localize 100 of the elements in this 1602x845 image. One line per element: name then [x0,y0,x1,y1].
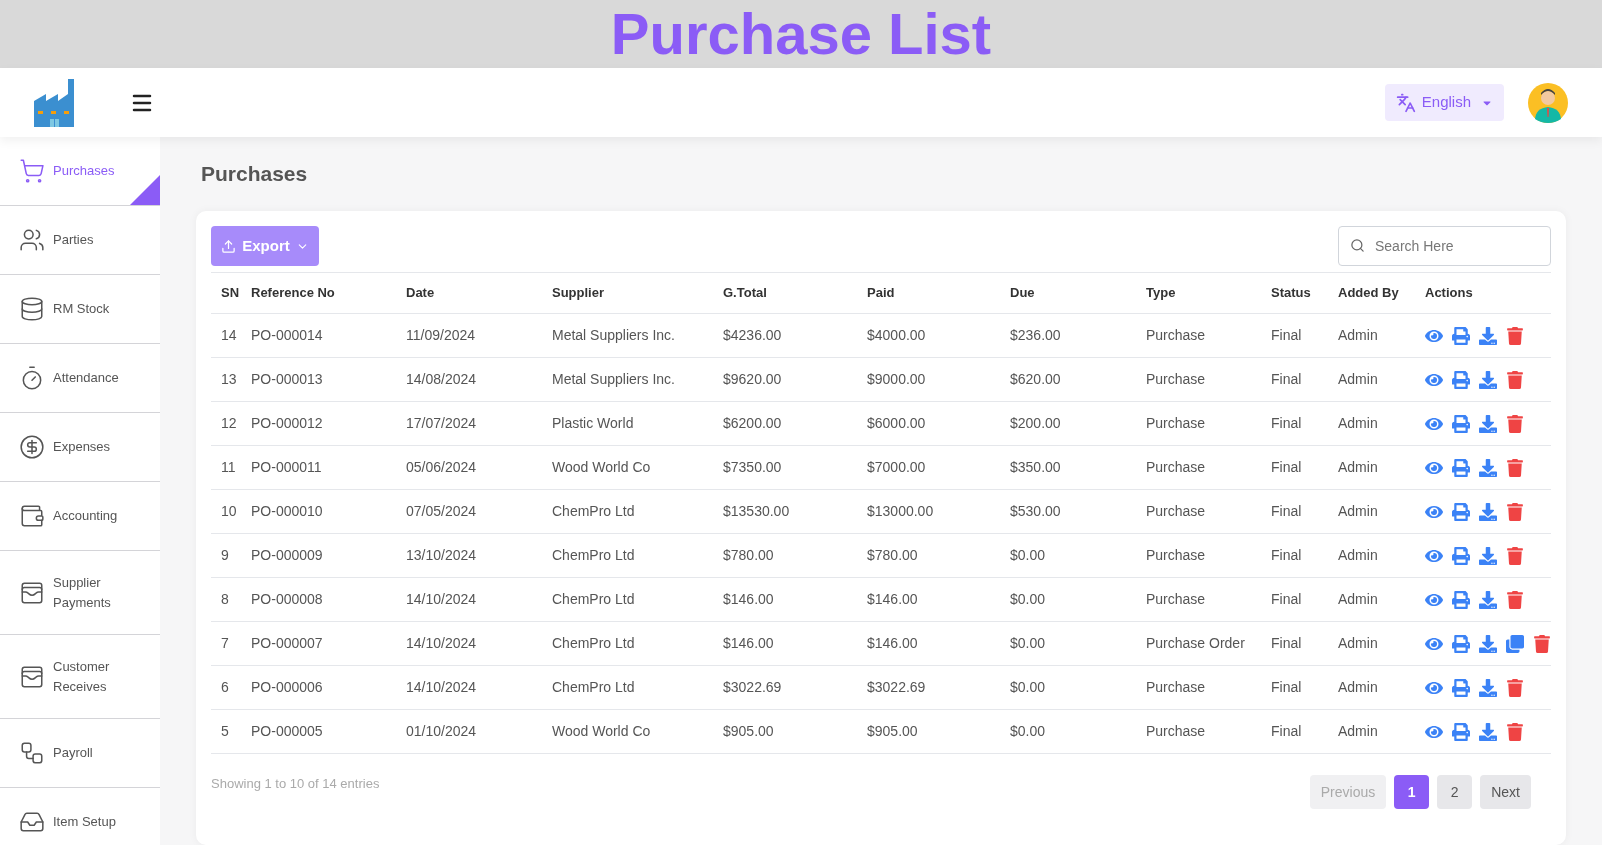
table-cell: $3022.69 [723,679,782,695]
table-cell: Purchase [1146,503,1206,519]
download-icon[interactable] [1479,590,1497,609]
delete-icon[interactable] [1506,722,1524,741]
column-header: G.Total [723,285,767,301]
table-cell: $780.00 [723,547,774,563]
download-icon[interactable] [1479,502,1497,521]
column-header: Supplier [552,285,604,301]
table-cell: $146.00 [867,591,918,607]
column-header: Added By [1338,285,1399,301]
delete-icon[interactable] [1506,590,1524,609]
table-cell: $620.00 [1010,371,1061,387]
table-cell: $0.00 [1010,547,1046,563]
table-cell: ChemPro Ltd [552,635,635,651]
table-cell: PO-000008 [251,591,323,607]
print-icon[interactable] [1452,678,1470,697]
table-cell: $13000.00 [867,503,934,519]
table-cell: 10 [221,503,237,519]
download-icon[interactable] [1479,634,1497,653]
sidebar-item[interactable]: Purchases [0,137,160,206]
table-cell: ChemPro Ltd [552,503,635,519]
table-cell: PO-000009 [251,547,323,563]
delete-icon[interactable] [1506,502,1524,521]
avatar-icon[interactable] [1528,82,1568,123]
table-cell: $530.00 [1010,503,1061,519]
entries-info: Showing 1 to 10 of 14 entries [211,775,380,793]
table-cell: ChemPro Ltd [552,679,635,695]
table-cell: Final [1271,679,1302,695]
column-header: SN [221,285,240,301]
page-title: Purchases [200,161,309,187]
wallet-icon [19,503,45,529]
download-icon[interactable] [1479,458,1497,477]
table-cell: 14/08/2024 [406,371,477,387]
delete-icon[interactable] [1506,678,1524,697]
table-cell: $236.00 [1010,327,1061,343]
sidebar-item[interactable]: Expenses [0,413,160,482]
language-button[interactable]: English [1384,84,1504,121]
download-icon[interactable] [1479,546,1497,565]
download-icon[interactable] [1479,370,1497,389]
table-cell: Final [1271,371,1302,387]
sidebar-item[interactable]: Item Setup [0,788,160,845]
table-cell: PO-000010 [251,503,323,519]
print-icon[interactable] [1452,590,1470,609]
table-cell: 11/09/2024 [406,327,476,343]
table-cell: $350.00 [1010,459,1061,475]
sidebar-item[interactable]: RM Stock [0,275,160,344]
table-cell: $4236.00 [723,327,782,343]
print-icon[interactable] [1452,502,1470,521]
download-icon[interactable] [1479,722,1497,741]
delete-icon[interactable] [1506,326,1524,345]
search-field[interactable]: Search Here [1338,226,1551,266]
table-cell: ChemPro Ltd [552,591,635,607]
table-cell: $3022.69 [867,679,926,695]
table-cell: Admin [1338,591,1378,607]
sidebar-item[interactable]: Accounting [0,482,160,551]
table-cell: Final [1271,503,1302,519]
table-cell: ChemPro Ltd [552,547,635,563]
download-icon[interactable] [1479,414,1497,433]
delete-icon[interactable] [1506,414,1524,433]
table-cell: 14 [221,327,237,343]
print-icon[interactable] [1452,326,1470,345]
print-icon[interactable] [1452,370,1470,389]
download-icon[interactable] [1479,326,1497,345]
column-header: Paid [867,285,895,301]
delete-icon[interactable] [1533,634,1551,653]
print-icon[interactable] [1452,546,1470,565]
table-cell: 9 [221,547,229,563]
translate-icon [1395,92,1416,113]
delete-icon[interactable] [1506,546,1524,565]
table-cell: 07/05/2024 [406,503,477,519]
print-icon[interactable] [1452,634,1470,653]
table-cell: $4000.00 [867,327,926,343]
table-cell: 8 [221,591,229,607]
banner-title: Purchase List [610,5,992,63]
column-header: Date [406,285,435,301]
table-cell: Final [1271,459,1302,475]
sidebar-item[interactable]: Supplier Payments [0,551,160,635]
table-cell: Purchase Order [1146,635,1245,651]
table-cell: Admin [1338,723,1378,739]
delete-icon[interactable] [1506,370,1524,389]
table-cell: 6 [221,679,229,695]
column-header: Status [1271,285,1311,301]
table-cell: $9000.00 [867,371,926,387]
copy-icon[interactable] [1506,634,1524,653]
page-button[interactable]: 2 [1437,775,1473,809]
table-cell: Admin [1338,371,1378,387]
table-cell: Admin [1338,503,1378,519]
download-icon[interactable] [1479,678,1497,697]
sidebar-item[interactable]: Parties [0,206,160,275]
print-icon[interactable] [1452,458,1470,477]
print-icon[interactable] [1452,722,1470,741]
sidebar-item[interactable]: Attendance [0,344,160,413]
print-icon[interactable] [1452,414,1470,433]
page-button[interactable]: 1 [1394,775,1430,809]
next-button[interactable]: Next [1480,775,1531,809]
table-cell: $0.00 [1010,591,1046,607]
sidebar-item[interactable]: Customer Receives [0,635,160,719]
delete-icon[interactable] [1506,458,1524,477]
table-cell: $146.00 [867,635,918,651]
sidebar-item[interactable]: Payroll [0,719,160,788]
